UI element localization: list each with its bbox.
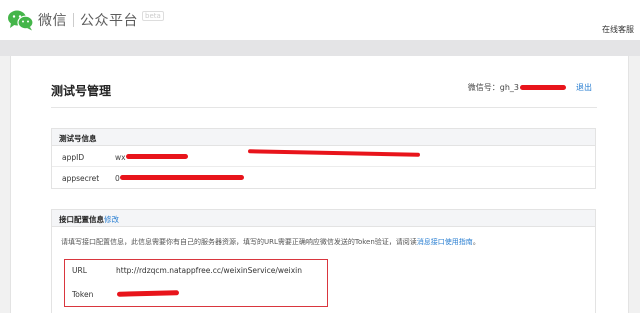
appid-prefix: wx [115, 153, 126, 162]
interface-config-section: 接口配置信息修改 请填写接口配置信息，此信息需要你有自己的服务器资源，填写的UR… [51, 209, 596, 313]
appid-label: appID [62, 153, 85, 162]
appid-value[interactable]: wx [115, 153, 188, 162]
appsecret-label: appsecret [62, 174, 100, 183]
appsecret-row: appsecret 0 [52, 167, 595, 188]
config-description-end: 。 [472, 238, 480, 246]
url-label: URL [72, 266, 87, 275]
appsecret-value[interactable]: 0 [115, 174, 244, 183]
account-info: 微信号：gh_3 退出 [466, 82, 592, 93]
redaction-mark [125, 154, 188, 159]
token-label: Token [72, 290, 94, 299]
config-highlight-box: URL http://rdzqcm.natappfree.cc/weixinSe… [64, 259, 328, 307]
interface-config-title: 接口配置信息 [59, 215, 104, 224]
redaction-mark [520, 85, 566, 90]
redaction-mark [116, 290, 180, 297]
redaction-mark [247, 149, 421, 157]
interface-config-heading: 接口配置信息修改 [52, 210, 595, 227]
brand-name: 微信 [38, 13, 67, 29]
appsecret-prefix: 0 [115, 174, 120, 183]
appid-row: appID wx [52, 146, 595, 167]
message-guide-link[interactable]: 消息接口使用指南 [417, 238, 473, 246]
config-description: 请填写接口配置信息，此信息需要你有自己的服务器资源，填写的URL需要正确响应微信… [52, 227, 595, 253]
top-header: 微信 公众平台 beta 在线客服 [0, 0, 640, 40]
account-id: 微信号：gh_3 [467, 83, 519, 92]
product-name: 公众平台 [80, 13, 138, 29]
wechat-logo-icon [7, 9, 35, 31]
logout-link[interactable]: 退出 [576, 82, 592, 93]
nav-strip [0, 40, 640, 56]
beta-badge: beta [142, 11, 164, 21]
online-support-link[interactable]: 在线客服 [602, 24, 634, 35]
wechat-logo[interactable]: 微信 公众平台 beta [7, 9, 164, 31]
test-account-heading: 测试号信息 [52, 129, 595, 146]
edit-config-link[interactable]: 修改 [104, 215, 119, 224]
title-divider [51, 107, 597, 108]
test-account-section: 测试号信息 appID wx appsecret 0 [51, 128, 596, 189]
url-value[interactable]: http://rdzqcm.natappfree.cc/weixinServic… [116, 266, 302, 275]
brand-divider [73, 13, 74, 27]
main-panel: 测试号管理 微信号：gh_3 退出 测试号信息 appID wx appsecr… [10, 56, 629, 313]
config-description-text: 请填写接口配置信息，此信息需要你有自己的服务器资源，填写的URL需要正确响应微信… [61, 238, 417, 246]
page-title: 测试号管理 [51, 84, 112, 98]
redaction-mark [119, 175, 244, 180]
